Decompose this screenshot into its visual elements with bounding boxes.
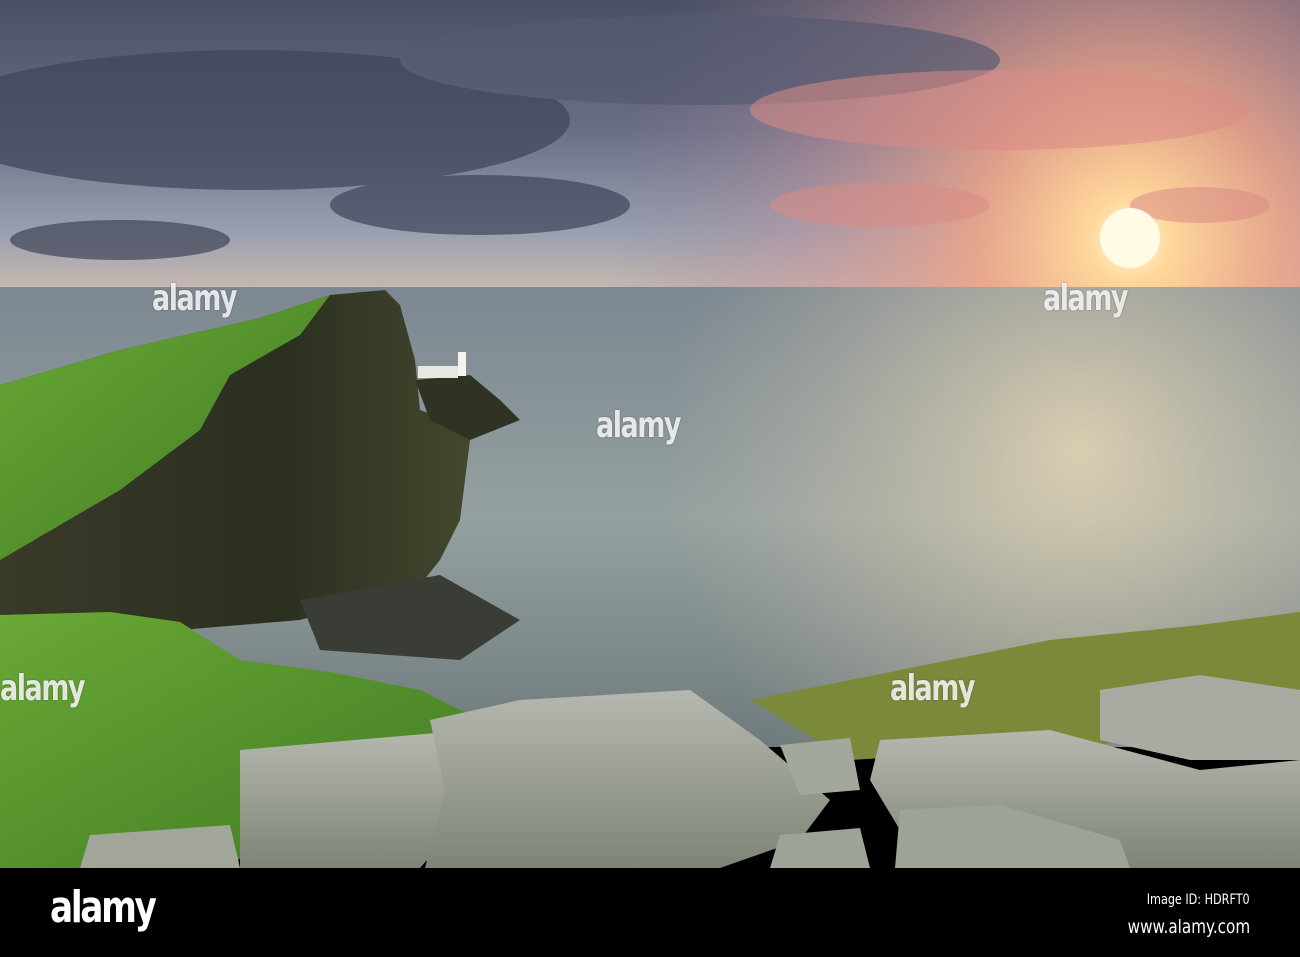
- watermark-text: alamy: [0, 668, 85, 709]
- watermark-text: alamy: [152, 278, 237, 319]
- rock: [1100, 675, 1300, 760]
- sun: [1100, 208, 1160, 268]
- watermark-text: alamy: [890, 668, 975, 709]
- lighthouse-tower: [458, 352, 466, 376]
- lighthouse-building: [418, 366, 458, 378]
- website-link: www.alamy.com: [1127, 916, 1250, 938]
- watermark-text: alamy: [1043, 278, 1128, 319]
- stock-photo: alamy alamy alamy alamy alamy alamy Imag…: [0, 0, 1300, 957]
- watermark-bar: alamy Image ID: HDRFT0 www.alamy.com: [0, 868, 1300, 957]
- watermark-text: alamy: [596, 405, 681, 446]
- alamy-logo: alamy: [50, 882, 157, 933]
- image-id: Image ID: HDRFT0: [1147, 892, 1250, 908]
